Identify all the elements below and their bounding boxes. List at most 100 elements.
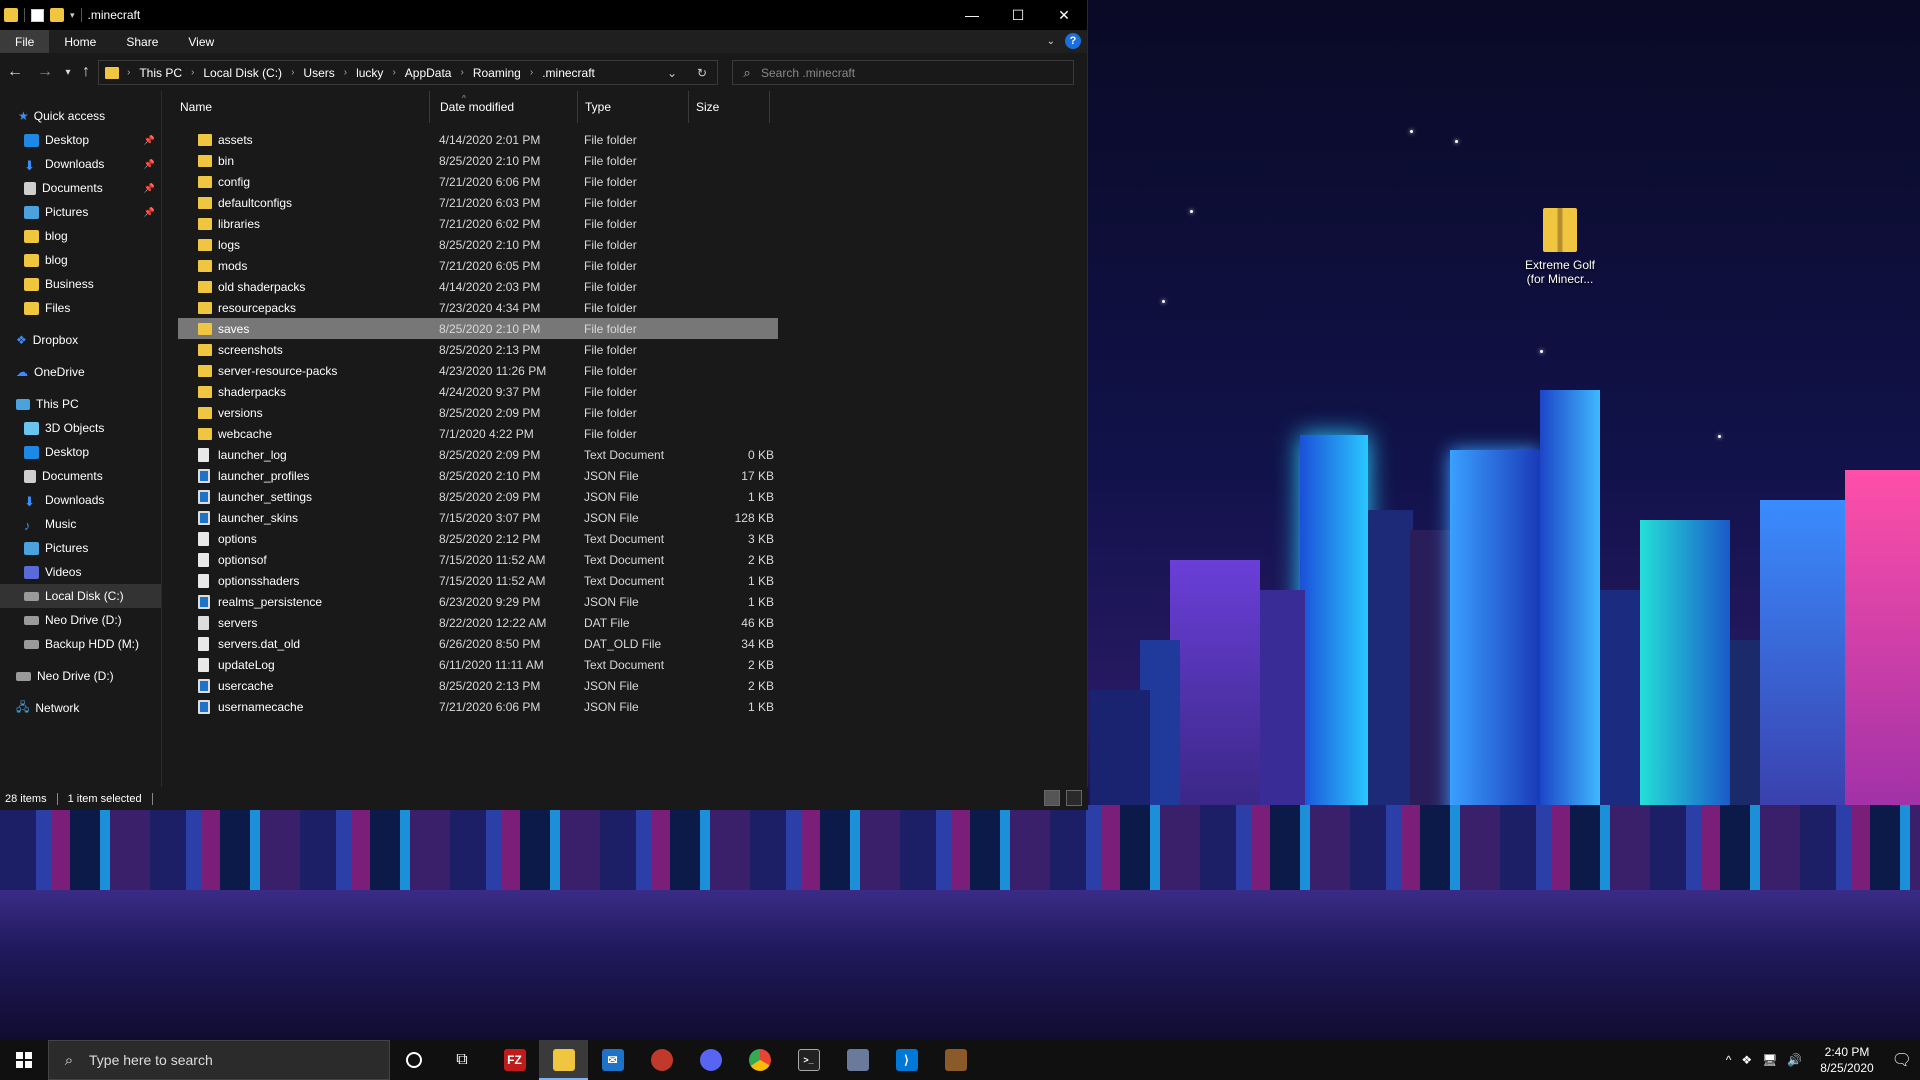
table-row[interactable]: realms_persistence 6/23/2020 9:29 PM JSON … — [162, 591, 1088, 612]
table-row[interactable]: screenshots 8/25/2020 2:13 PM File folder — [162, 339, 1088, 360]
details-view-button[interactable] — [1044, 790, 1060, 806]
nav-neo-drive[interactable]: Neo Drive (D:) — [0, 664, 161, 688]
pin-icon[interactable]: 📌 — [144, 159, 155, 170]
table-row[interactable]: optionsof 7/15/2020 11:52 AM Text Document… — [162, 549, 1088, 570]
breadcrumb-this-pc[interactable]: This PC — [139, 66, 182, 80]
table-row[interactable]: usernamecache 7/21/2020 6:06 PM JSON File 1… — [162, 696, 1088, 717]
desktop-zip-icon[interactable]: Extreme Golf (for Minecr... — [1510, 208, 1610, 286]
address-history-chevron-icon[interactable]: ⌄ — [657, 66, 687, 80]
table-row[interactable]: optionsshaders 7/15/2020 11:52 AM Text Doc… — [162, 570, 1088, 591]
nav-pc-pictures[interactable]: Pictures — [0, 536, 161, 560]
column-type[interactable]: Type — [579, 91, 689, 123]
table-row[interactable]: options 8/25/2020 2:12 PM Text Document 3 K… — [162, 528, 1088, 549]
taskbar-app-file-explorer[interactable] — [539, 1040, 588, 1080]
taskbar-app-terminal[interactable]: >_ — [784, 1040, 833, 1080]
dropbox-icon[interactable]: ❖ — [1741, 1053, 1752, 1067]
table-row[interactable]: logs 8/25/2020 2:10 PM File folder — [162, 234, 1088, 255]
title-bar[interactable]: ▾ .minecraft — ☐ ✕ — [0, 0, 1087, 30]
nav-pc-documents[interactable]: Documents — [0, 464, 161, 488]
table-row[interactable]: usercache 8/25/2020 2:13 PM JSON File 2 KB — [162, 675, 1088, 696]
taskbar-app-pdf[interactable] — [637, 1040, 686, 1080]
column-name[interactable]: Name — [174, 91, 430, 123]
table-row[interactable]: resourcepacks 7/23/2020 4:34 PM File folde… — [162, 297, 1088, 318]
pin-icon[interactable]: 📌 — [144, 183, 155, 194]
column-date-modified[interactable]: Date modified — [434, 91, 578, 123]
table-row[interactable]: config 7/21/2020 6:06 PM File folder — [162, 171, 1088, 192]
nav-files[interactable]: Files — [0, 296, 161, 320]
table-row[interactable]: libraries 7/21/2020 6:02 PM File folder — [162, 213, 1088, 234]
table-row[interactable]: launcher_settings 8/25/2020 2:09 PM JSON F… — [162, 486, 1088, 507]
table-row[interactable]: launcher_skins 7/15/2020 3:07 PM JSON File… — [162, 507, 1088, 528]
search-input[interactable]: ⌕ Search .minecraft — [732, 60, 1074, 85]
expand-ribbon-chevron-icon[interactable]: ⌄ — [1047, 36, 1055, 47]
column-size[interactable]: Size — [690, 91, 770, 123]
nav-pictures[interactable]: Pictures 📌 — [0, 200, 161, 224]
clock[interactable]: 2:40 PM 8/25/2020 — [1820, 1044, 1873, 1076]
breadcrumb-appdata[interactable]: AppData — [405, 66, 452, 80]
nav-local-disk-c[interactable]: Local Disk (C:) — [0, 584, 161, 608]
nav-pc-downloads[interactable]: ⬇ Downloads — [0, 488, 161, 512]
breadcrumb-roaming[interactable]: Roaming — [473, 66, 521, 80]
table-row[interactable]: mods 7/21/2020 6:05 PM File folder — [162, 255, 1088, 276]
table-row[interactable]: server-resource-packs 4/23/2020 11:26 PM F… — [162, 360, 1088, 381]
table-row[interactable]: versions 8/25/2020 2:09 PM File folder — [162, 402, 1088, 423]
address-bar[interactable]: › This PC › Local Disk (C:) › Users › lu… — [98, 60, 718, 85]
refresh-icon[interactable]: ↻ — [687, 66, 717, 80]
nav-onedrive[interactable]: ☁ OneDrive — [0, 360, 161, 384]
network-icon[interactable]: 🖥 — [1762, 1053, 1777, 1067]
tab-file[interactable]: File — [0, 30, 50, 53]
forward-arrow-icon[interactable]: → — [30, 63, 60, 81]
table-row[interactable]: bin 8/25/2020 2:10 PM File folder — [162, 150, 1088, 171]
nav-quick-access[interactable]: ★ Quick access — [0, 104, 161, 128]
cortana-button[interactable] — [390, 1040, 438, 1080]
breadcrumb-lucky[interactable]: lucky — [356, 66, 383, 80]
chevron-up-icon[interactable]: ^ — [1726, 1053, 1732, 1067]
taskbar-app-filezilla[interactable]: FZ — [490, 1040, 539, 1080]
close-button[interactable]: ✕ — [1041, 0, 1087, 30]
help-icon[interactable]: ? — [1065, 33, 1081, 49]
up-arrow-icon[interactable]: ↑ — [76, 63, 96, 81]
tab-view[interactable]: View — [173, 30, 229, 53]
large-icons-view-button[interactable] — [1066, 790, 1082, 806]
taskbar-search-input[interactable]: ⌕ Type here to search — [48, 1040, 390, 1080]
nav-3d-objects[interactable]: 3D Objects — [0, 416, 161, 440]
nav-business[interactable]: Business — [0, 272, 161, 296]
table-row[interactable]: launcher_log 8/25/2020 2:09 PM Text Docume… — [162, 444, 1088, 465]
notifications-icon[interactable]: 🗨 — [1892, 1050, 1912, 1070]
table-row[interactable]: launcher_profiles 8/25/2020 2:10 PM JSON F… — [162, 465, 1088, 486]
task-view-button[interactable]: ⧉ — [438, 1040, 486, 1080]
table-row[interactable]: webcache 7/1/2020 4:22 PM File folder — [162, 423, 1088, 444]
recent-chevron-icon[interactable]: ▾ — [60, 67, 76, 78]
table-row[interactable]: defaultconfigs 7/21/2020 6:03 PM File fold… — [162, 192, 1088, 213]
new-folder-icon[interactable] — [50, 8, 64, 22]
taskbar-app-discord[interactable] — [686, 1040, 735, 1080]
nav-downloads[interactable]: ⬇ Downloads 📌 — [0, 152, 161, 176]
breadcrumb-minecraft[interactable]: .minecraft — [542, 66, 595, 80]
nav-neo-drive-d[interactable]: Neo Drive (D:) — [0, 608, 161, 632]
breadcrumb-users[interactable]: Users — [303, 66, 334, 80]
nav-blog-2[interactable]: blog — [0, 248, 161, 272]
taskbar-app-chrome[interactable] — [735, 1040, 784, 1080]
taskbar-app-minecraft[interactable] — [931, 1040, 980, 1080]
pin-icon[interactable]: 📌 — [144, 207, 155, 218]
pin-icon[interactable]: 📌 — [144, 135, 155, 146]
nav-network[interactable]: 🖧 Network — [0, 696, 161, 720]
table-row[interactable]: servers 8/22/2020 12:22 AM DAT File 46 KB — [162, 612, 1088, 633]
nav-blog[interactable]: blog — [0, 224, 161, 248]
taskbar-app-vscode[interactable]: ⟩ — [882, 1040, 931, 1080]
nav-backup-hdd-m[interactable]: Backup HDD (M:) — [0, 632, 161, 656]
breadcrumb-local-disk[interactable]: Local Disk (C:) — [203, 66, 282, 80]
taskbar-app-mail[interactable]: ✉ — [588, 1040, 637, 1080]
table-row[interactable]: updateLog 6/11/2020 11:11 AM Text Document… — [162, 654, 1088, 675]
nav-videos[interactable]: Videos — [0, 560, 161, 584]
nav-documents[interactable]: Documents 📌 — [0, 176, 161, 200]
nav-music[interactable]: ♪ Music — [0, 512, 161, 536]
properties-icon[interactable] — [31, 8, 44, 22]
customize-chevron-icon[interactable]: ▾ — [70, 10, 75, 21]
volume-icon[interactable]: 🔊 — [1787, 1053, 1802, 1067]
nav-pc-desktop[interactable]: Desktop — [0, 440, 161, 464]
nav-this-pc[interactable]: This PC — [0, 392, 161, 416]
table-row[interactable]: shaderpacks 4/24/2020 9:37 PM File folder — [162, 381, 1088, 402]
taskbar-app-game[interactable] — [833, 1040, 882, 1080]
nav-desktop[interactable]: Desktop 📌 — [0, 128, 161, 152]
